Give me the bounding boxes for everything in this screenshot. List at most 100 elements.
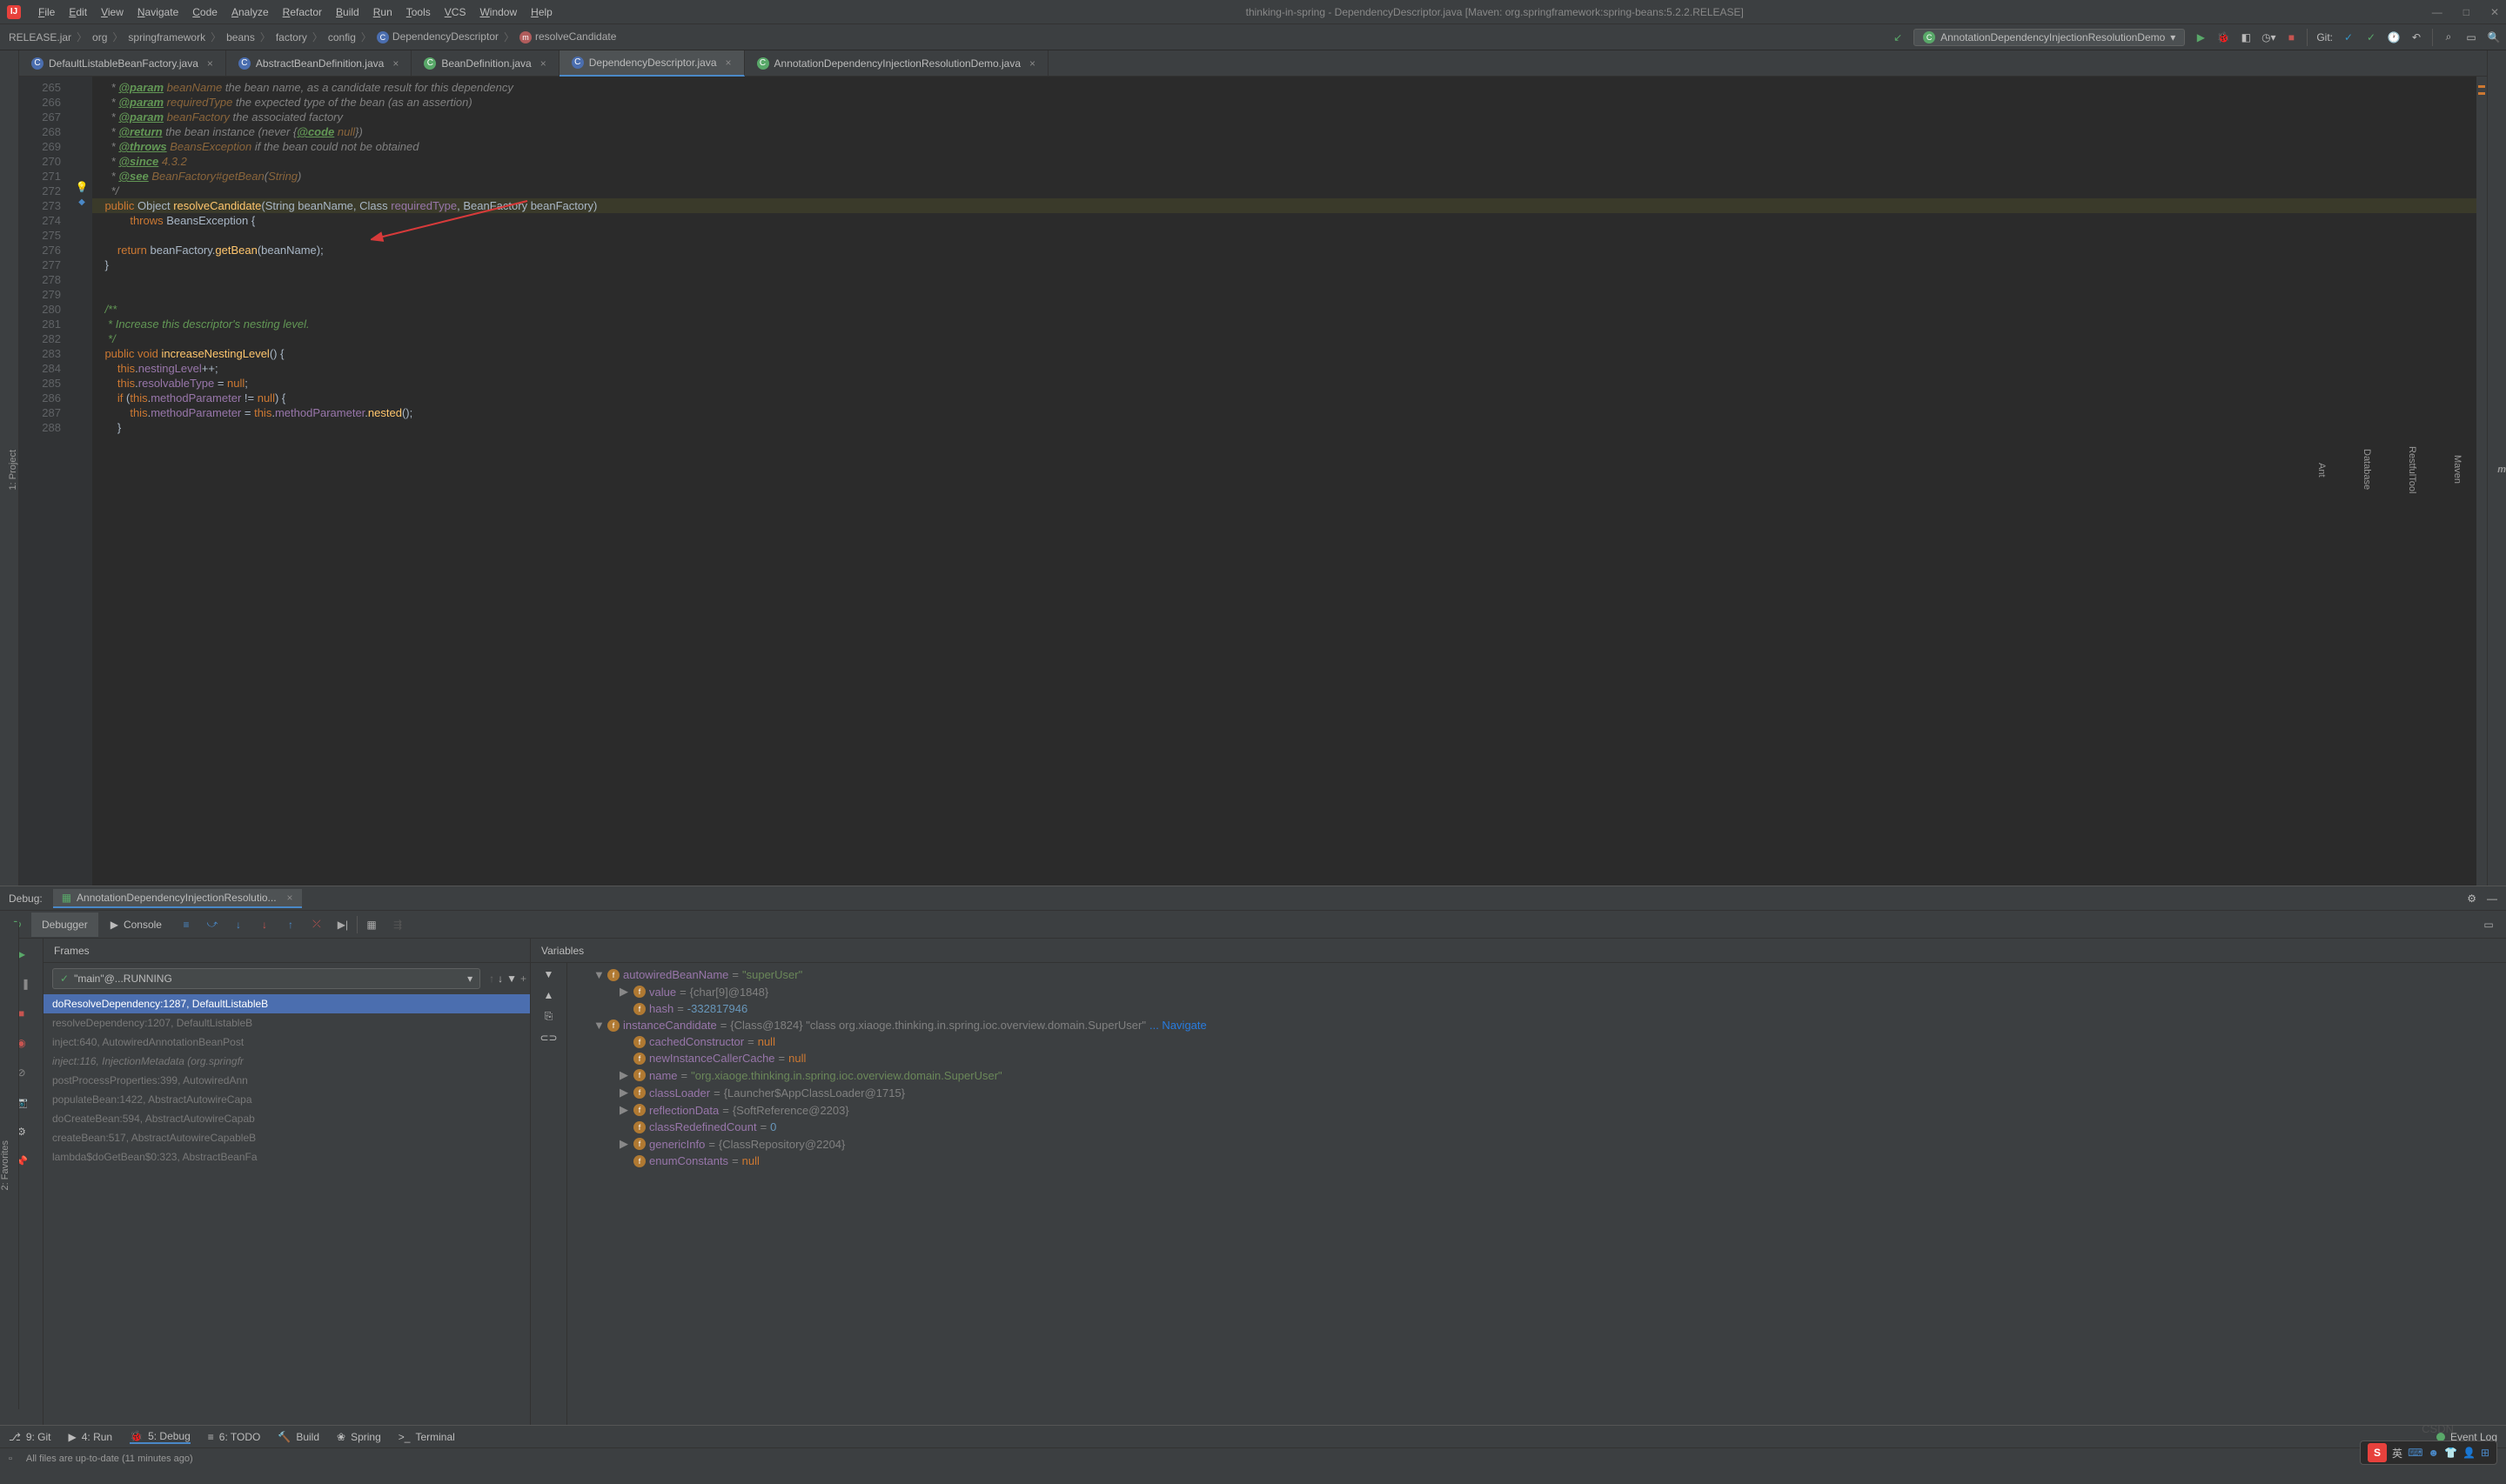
variable-node[interactable]: ▶f reflectionData = {SoftReference@2203} [567, 1101, 2506, 1119]
close-tab-icon[interactable]: × [207, 57, 213, 70]
variable-node[interactable]: ▶f name = "org.xiaoge.thinking.in.spring… [567, 1066, 2506, 1084]
stack-frame[interactable]: lambda$doGetBean$0:323, AbstractBeanFa [44, 1147, 530, 1166]
ime-menu-icon[interactable]: ⊞ [2481, 1447, 2489, 1459]
menu-navigate[interactable]: Navigate [132, 4, 184, 20]
git-commit-icon[interactable]: ✓ [2364, 30, 2378, 44]
variables-tree[interactable]: ▼f autowiredBeanName = "superUser"▶f val… [567, 963, 2506, 1425]
threads-icon[interactable]: ≡ [174, 912, 198, 937]
code-line[interactable]: return beanFactory.getBean(beanName); [92, 243, 2476, 257]
gutter-mark[interactable] [71, 91, 92, 106]
tool-project[interactable]: 1: Project [8, 450, 18, 490]
next-frame-icon[interactable]: ↓ [498, 973, 503, 985]
variable-node[interactable]: ▶f value = {char[9]@1848} [567, 983, 2506, 1000]
crumb[interactable]: mresolveCandidate [516, 30, 620, 43]
variable-node[interactable]: ▼f autowiredBeanName = "superUser" [567, 966, 2506, 983]
code-line[interactable]: * @param beanFactory the associated fact… [92, 110, 2476, 124]
code-line[interactable]: public void increaseNestingLevel() { [92, 346, 2476, 361]
git-update-icon[interactable]: ✓ [2342, 30, 2355, 44]
crumb[interactable]: config [325, 31, 359, 43]
bottom-tool-debug[interactable]: 🐞5: Debug [130, 1430, 191, 1444]
code-line[interactable]: /** [92, 302, 2476, 317]
find-icon[interactable]: 🔍 [2487, 30, 2501, 44]
gutter-mark[interactable] [71, 150, 92, 165]
editor-tab[interactable]: CDependencyDescriptor.java× [559, 50, 745, 77]
gutter-mark[interactable] [71, 313, 92, 328]
settings-icon[interactable]: ▭ [2464, 30, 2478, 44]
minimize-icon[interactable]: — [2432, 6, 2442, 18]
variable-node[interactable]: ▼f instanceCandidate = {Class@1824} "cla… [567, 1017, 2506, 1033]
warning-mark[interactable] [2478, 92, 2485, 95]
add-icon[interactable]: + [520, 973, 526, 985]
maven-m-icon[interactable]: m [2497, 465, 2506, 475]
gutter-mark[interactable] [71, 224, 92, 239]
run-icon[interactable]: ▶ [2194, 30, 2208, 44]
gutter-mark[interactable] [71, 136, 92, 150]
layout-icon[interactable]: ▭ [2476, 912, 2501, 937]
code-line[interactable]: throws BeansException { [92, 213, 2476, 228]
bottom-tool-terminal[interactable]: >_Terminal [399, 1431, 455, 1443]
variable-node[interactable]: f classRedefinedCount = 0 [567, 1119, 2506, 1135]
menu-vcs[interactable]: VCS [439, 4, 472, 20]
gutter-mark[interactable] [71, 417, 92, 431]
close-icon[interactable]: ✕ [2490, 6, 2499, 18]
code-line[interactable] [92, 287, 2476, 302]
status-icon[interactable]: ▫ [9, 1454, 12, 1464]
gutter-mark[interactable] [71, 106, 92, 121]
menu-tools[interactable]: Tools [401, 4, 436, 20]
gear-icon[interactable]: ⚙ [2467, 892, 2476, 905]
close-tab-icon[interactable]: × [392, 57, 399, 70]
stack-frame[interactable]: inject:116, InjectionMetadata (org.sprin… [44, 1052, 530, 1071]
run-config-combo[interactable]: C AnnotationDependencyInjectionResolutio… [1913, 29, 2185, 46]
step-over-icon[interactable]: ⤻ [200, 912, 224, 937]
menu-build[interactable]: Build [331, 4, 365, 20]
back-icon[interactable]: ↙ [1891, 30, 1905, 44]
code-line[interactable] [92, 228, 2476, 243]
expand-icon[interactable]: ▶ [620, 1137, 630, 1151]
gutter-mark[interactable] [71, 121, 92, 136]
crumb[interactable]: RELEASE.jar [5, 31, 75, 43]
code-line[interactable]: * @see BeanFactory#getBean(String) [92, 169, 2476, 184]
code-line[interactable]: * @param beanName the bean name, as a ca… [92, 80, 2476, 95]
link-icon[interactable]: ⊂⊃ [539, 1032, 557, 1044]
step-out-icon[interactable]: ↑ [278, 912, 303, 937]
thread-selector[interactable]: ✓ "main"@...RUNNING ▾ [52, 968, 480, 989]
variable-node[interactable]: ▶f genericInfo = {ClassRepository@2204} [567, 1135, 2506, 1153]
ime-lang-icon[interactable]: 英 [2392, 1446, 2402, 1461]
gutter-mark[interactable] [71, 254, 92, 269]
code-line[interactable]: } [92, 257, 2476, 272]
git-revert-icon[interactable]: ↶ [2409, 30, 2423, 44]
coverage-icon[interactable]: ◧ [2239, 30, 2253, 44]
gutter-mark[interactable] [71, 269, 92, 284]
gutter-mark[interactable] [71, 165, 92, 180]
run-to-cursor-icon[interactable]: ▶| [331, 912, 355, 937]
editor-tab[interactable]: CBeanDefinition.java× [412, 50, 559, 77]
debug-icon[interactable]: 🐞 [2216, 30, 2230, 44]
bottom-tool-build[interactable]: 🔨Build [278, 1431, 319, 1443]
stack-frame[interactable]: doCreateBean:594, AbstractAutowireCapab [44, 1109, 530, 1128]
code-editor[interactable]: 2652662672682692702712722732742752762772… [19, 77, 2487, 886]
editor-tab[interactable]: CAnnotationDependencyInjectionResolution… [745, 50, 1049, 77]
expand-down-icon[interactable]: ▼ [544, 968, 554, 980]
maximize-icon[interactable]: □ [2463, 6, 2469, 18]
code-content[interactable]: * @param beanName the bean name, as a ca… [92, 77, 2476, 886]
code-line[interactable]: * @throws BeansException if the bean cou… [92, 139, 2476, 154]
error-stripe[interactable] [2476, 77, 2487, 886]
close-tab-icon[interactable]: × [1029, 57, 1035, 70]
gutter-mark[interactable] [71, 298, 92, 313]
code-line[interactable]: if (this.methodParameter != null) { [92, 391, 2476, 405]
stack-frame[interactable]: populateBean:1422, AbstractAutowireCapa [44, 1090, 530, 1109]
expand-icon[interactable]: ▶ [620, 1086, 630, 1100]
profile-icon[interactable]: ◷▾ [2261, 30, 2275, 44]
copy-icon[interactable]: ⎘ [545, 1010, 553, 1023]
expand-icon[interactable]: ▶ [620, 985, 630, 999]
ime-emoji-icon[interactable]: ☻ [2428, 1447, 2439, 1459]
favorites-tool[interactable]: 2: Favorites [0, 1132, 10, 1199]
code-line[interactable]: this.resolvableType = null; [92, 376, 2476, 391]
gutter-mark[interactable] [71, 402, 92, 417]
expand-icon[interactable]: ▶ [620, 1068, 630, 1082]
ime-mode-icon[interactable]: ⌨ [2408, 1447, 2422, 1459]
prev-frame-icon[interactable]: ↑ [489, 973, 494, 985]
code-line[interactable] [92, 272, 2476, 287]
variable-node[interactable]: f cachedConstructor = null [567, 1033, 2506, 1050]
stack-frame[interactable]: createBean:517, AbstractAutowireCapableB [44, 1128, 530, 1147]
